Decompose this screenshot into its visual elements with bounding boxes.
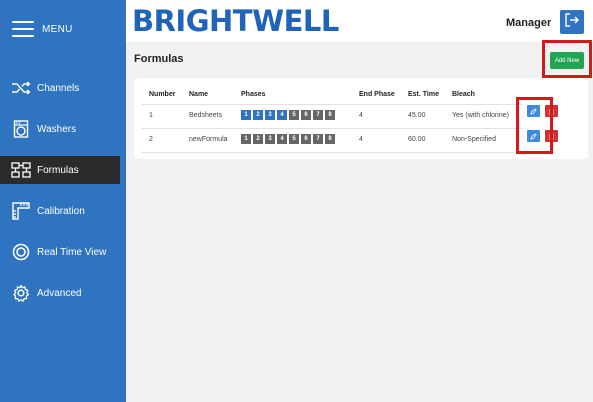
column-header: Phases [241, 90, 266, 98]
sidebar-item-channels[interactable]: Channels [0, 74, 126, 102]
sidebar-item-formulas[interactable]: Formulas [0, 156, 120, 184]
page-title: Formulas [134, 53, 184, 65]
phase-chip: 7 [313, 134, 323, 144]
phase-chip: 6 [301, 110, 311, 120]
cell-est-time: 45.00 [408, 111, 426, 119]
ruler-icon [10, 202, 32, 220]
phase-chip: 5 [289, 134, 299, 144]
brand-logo: BRIGHTWELL [132, 4, 339, 38]
phase-chip: 8 [325, 134, 335, 144]
phase-chip: 1 [241, 134, 251, 144]
phase-chip: 4 [277, 110, 287, 120]
cell-number: 2 [149, 135, 153, 143]
cell-phases: 12345678 [241, 105, 335, 125]
phase-chip: 4 [277, 134, 287, 144]
sidebar-item-washers[interactable]: Washers [0, 115, 126, 143]
cell-name: Bedsheets [189, 111, 223, 119]
cell-number: 1 [149, 111, 153, 119]
menu-toggle[interactable]: MENU [0, 0, 126, 58]
phase-chip: 1 [241, 110, 251, 120]
washer-icon [10, 120, 32, 138]
sidebar: MENU Channels Washers Formulas Calibrati… [0, 0, 126, 402]
sidebar-item-label: Channels [37, 82, 80, 94]
sidebar-item-calibration[interactable]: Calibration [0, 197, 126, 225]
sidebar-item-label: Washers [37, 123, 77, 135]
highlight-add-new [542, 40, 592, 78]
highlight-row-actions [516, 97, 553, 154]
column-header: Bleach [452, 90, 475, 98]
shuffle-icon [10, 79, 32, 97]
cell-phases: 12345678 [241, 129, 335, 149]
logout-icon [564, 12, 580, 33]
phase-list: 12345678 [241, 134, 335, 144]
cell-bleach: Yes (with chlorine) [452, 111, 509, 119]
cell-name: newFormula [189, 135, 228, 143]
phase-chip: 6 [301, 134, 311, 144]
column-header: Name [189, 90, 209, 98]
column-header: Est. Time [408, 90, 439, 98]
formula-icon [10, 161, 32, 179]
phase-chip: 2 [253, 110, 263, 120]
phase-chip: 3 [265, 110, 275, 120]
phase-list: 12345678 [241, 110, 335, 120]
phase-chip: 2 [253, 134, 263, 144]
sidebar-item-label: Advanced [37, 287, 82, 299]
menu-label: MENU [42, 23, 73, 35]
sidebar-item-real-time-view[interactable]: Real Time View [0, 238, 126, 266]
logout-button[interactable] [560, 10, 584, 34]
hamburger-icon [12, 21, 34, 37]
column-header: End Phase [359, 90, 395, 98]
sidebar-item-label: Real Time View [37, 246, 107, 258]
user-name: Manager [506, 17, 552, 29]
cell-est-time: 60.00 [408, 135, 426, 143]
target-icon [10, 243, 32, 261]
sidebar-item-label: Formulas [37, 164, 79, 176]
column-header: Number [149, 90, 176, 98]
sidebar-item-label: Calibration [37, 205, 85, 217]
phase-chip: 5 [289, 110, 299, 120]
cell-end-phase: 4 [359, 111, 363, 119]
cell-bleach: Non-Specified [452, 135, 496, 143]
sidebar-item-advanced[interactable]: Advanced [0, 279, 126, 307]
cell-end-phase: 4 [359, 135, 363, 143]
row-divider [142, 152, 522, 153]
gear-icon [10, 284, 32, 302]
phase-chip: 8 [325, 110, 335, 120]
phase-chip: 3 [265, 134, 275, 144]
phase-chip: 7 [313, 110, 323, 120]
